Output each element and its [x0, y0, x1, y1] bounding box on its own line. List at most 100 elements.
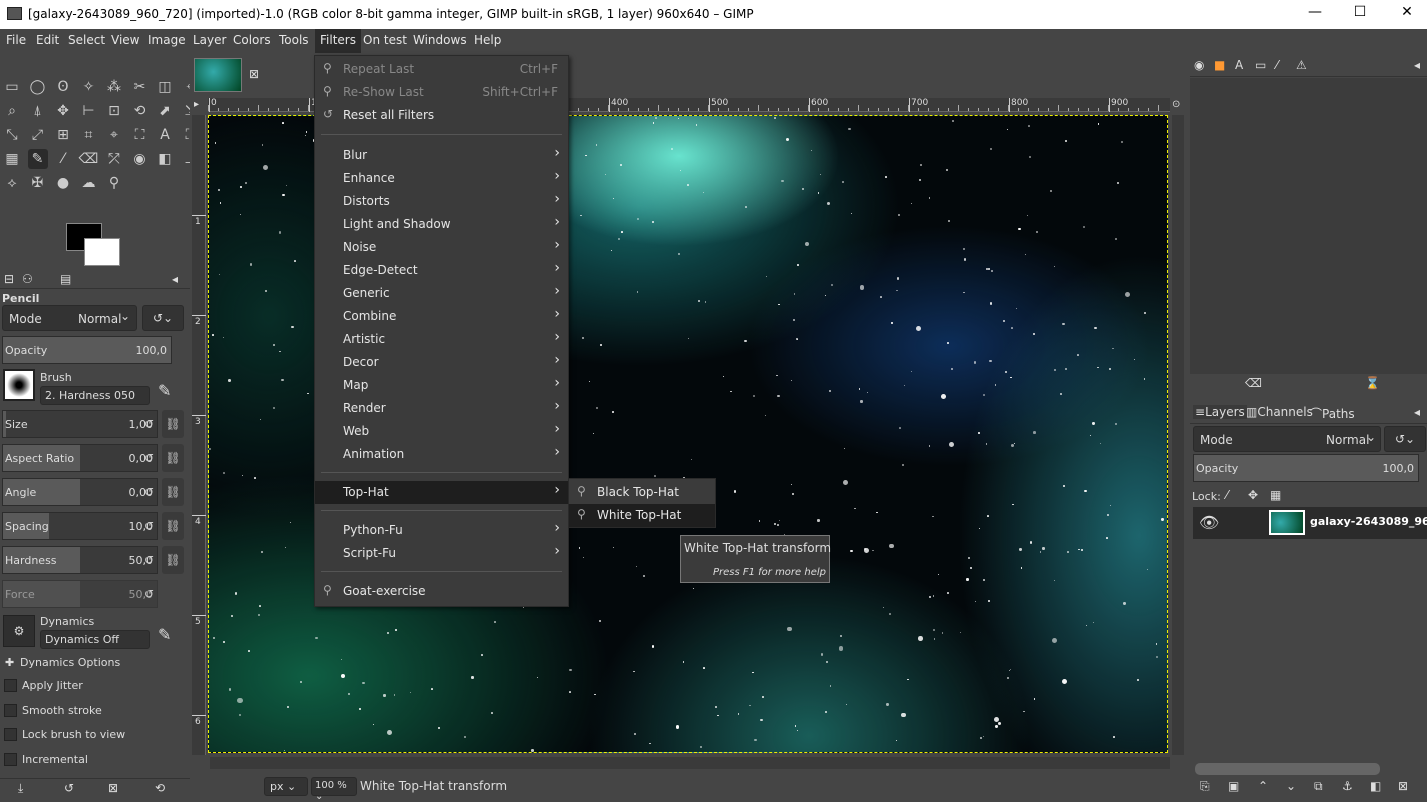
delete-layer-icon[interactable]: ⊠: [1398, 779, 1408, 793]
reset-icon[interactable]: ↺: [138, 478, 160, 506]
rect-select-tool-icon[interactable]: ▭: [2, 77, 22, 97]
lower-layer-icon[interactable]: ⌄: [1286, 779, 1296, 793]
layer-row[interactable]: 👁 galaxy-2643089_960: [1193, 507, 1427, 539]
spacing-slider[interactable]: Spacing 10,0: [2, 512, 158, 540]
checkbox-apply-jitter[interactable]: [4, 679, 17, 692]
zoom-select[interactable]: 100 % ⌄: [311, 777, 357, 802]
menu-help[interactable]: Help: [471, 33, 504, 47]
delete-options-icon[interactable]: ⊠: [108, 781, 118, 795]
brush-name-field[interactable]: 2. Hardness 050: [40, 386, 150, 405]
checkbox-lock-brush-to-view[interactable]: [4, 728, 17, 741]
gradient-tool-icon[interactable]: ▦: [2, 149, 22, 169]
edit-brush-icon[interactable]: ✎: [158, 381, 171, 400]
device-status-tab-icon[interactable]: ⚇: [22, 272, 33, 286]
menu-item-light-and-shadow[interactable]: Light and Shadow ›: [315, 213, 568, 236]
brushes-tab-icon[interactable]: ◉: [1194, 58, 1204, 72]
menu-item-generic[interactable]: Generic ›: [315, 282, 568, 305]
opacity-slider[interactable]: Opacity 100,0: [2, 336, 172, 364]
eye-icon[interactable]: 👁: [1199, 513, 1219, 532]
menu-item-decor[interactable]: Decor ›: [315, 351, 568, 374]
warning-tab-icon[interactable]: ⚠: [1296, 58, 1307, 72]
close-button[interactable]: ✕: [1392, 4, 1422, 24]
menu-image[interactable]: Image: [145, 33, 189, 47]
reset-options-icon[interactable]: ⟲: [155, 781, 165, 795]
tab-paths[interactable]: ⌒Paths: [1310, 405, 1355, 422]
menu-item-distorts[interactable]: Distorts ›: [315, 190, 568, 213]
scale-tool-icon[interactable]: ⤡: [2, 125, 22, 145]
save-options-icon[interactable]: ⤓: [18, 781, 23, 796]
mypaint-tool-icon[interactable]: ◧: [155, 149, 175, 169]
edit-dynamics-icon[interactable]: ✎: [158, 625, 171, 644]
menu-tools[interactable]: Tools: [276, 33, 312, 47]
aspect-ratio-slider[interactable]: Aspect Ratio 0,00: [2, 444, 158, 472]
menu-filters[interactable]: Filters: [315, 29, 361, 53]
text-tool-icon[interactable]: A: [155, 125, 175, 145]
dynamics-field[interactable]: Dynamics Off: [40, 630, 150, 649]
menu-item-map[interactable]: Map ›: [315, 374, 568, 397]
link-icon[interactable]: ⛓: [162, 410, 184, 438]
warp-tool-icon[interactable]: ⛶: [130, 125, 150, 145]
menu-on-test[interactable]: On test: [360, 33, 410, 47]
crop-tool-icon[interactable]: ⟲: [130, 101, 150, 121]
tab-layers[interactable]: ≡Layers: [1193, 405, 1247, 419]
image-tab-thumbnail[interactable]: [194, 58, 242, 92]
reset-layer-mode-button[interactable]: ↺⌄: [1384, 426, 1426, 452]
eraser-tool-icon[interactable]: ⌫: [79, 149, 99, 169]
delete-icon[interactable]: ⌫: [1245, 376, 1262, 390]
menu-item-blur[interactable]: Blur ›: [315, 144, 568, 167]
duplicate-layer-icon[interactable]: ⧉: [1314, 779, 1323, 794]
horizontal-scrollbar[interactable]: [210, 757, 1170, 769]
menu-item-script-fu[interactable]: Script-Fu ›: [315, 542, 568, 565]
checkbox-smooth-stroke[interactable]: [4, 703, 17, 717]
menu-item-top-hat[interactable]: Top-Hat ›: [315, 481, 568, 504]
foreground-select-tool-icon[interactable]: ◫: [155, 77, 175, 97]
menu-item-white-top-hat[interactable]: ⚲ White Top-Hat: [569, 504, 715, 527]
align-tool-icon[interactable]: ⊡: [104, 101, 124, 121]
reset-icon[interactable]: ↺: [138, 444, 160, 472]
paintbrush-tool-icon[interactable]: ⁄: [53, 149, 73, 169]
menu-layer[interactable]: Layer: [190, 33, 229, 47]
background-color[interactable]: [84, 238, 120, 266]
zoom-tool-icon[interactable]: ⍋: [28, 101, 48, 121]
menu-item-render[interactable]: Render ›: [315, 397, 568, 420]
ellipse-select-tool-icon[interactable]: ◯: [28, 77, 48, 97]
3d-transform-tool-icon[interactable]: ⌖: [104, 125, 124, 145]
menu-item-reset-all-filters[interactable]: ↺ Reset all Filters: [315, 104, 568, 127]
restore-options-icon[interactable]: ↺: [64, 781, 74, 795]
menu-item-noise[interactable]: Noise ›: [315, 236, 568, 259]
menu-item-artistic[interactable]: Artistic ›: [315, 328, 568, 351]
reset-icon[interactable]: ↺: [138, 410, 160, 438]
menu-item-python-fu[interactable]: Python-Fu ›: [315, 519, 568, 542]
size-slider[interactable]: Size 1,00: [2, 410, 158, 438]
new-layer-icon[interactable]: ⎘: [1200, 779, 1210, 794]
flip-tool-icon[interactable]: ⊞: [53, 125, 73, 145]
menu-file[interactable]: File: [3, 33, 29, 47]
dynamics-preview[interactable]: ⚙: [3, 615, 35, 647]
raise-layer-icon[interactable]: ⌃: [1258, 779, 1268, 793]
vertical-scrollbar[interactable]: [1172, 115, 1184, 755]
pencil-tool-icon[interactable]: ✎: [27, 149, 48, 169]
menu-item-repeat-last[interactable]: ⚲ Repeat Last Ctrl+F: [315, 58, 568, 81]
link-icon[interactable]: ⛓: [162, 478, 184, 506]
checkbox-incremental[interactable]: [4, 752, 17, 766]
menu-view[interactable]: View: [108, 33, 142, 47]
menu-item-re-show-last[interactable]: ⚲ Re-Show Last Shift+Ctrl+F: [315, 81, 568, 104]
hardness-slider[interactable]: Hardness 50,0: [2, 546, 158, 574]
tool-presets-tab-icon[interactable]: ▭: [1255, 58, 1266, 72]
close-image-tab-icon[interactable]: ⊠: [249, 67, 259, 81]
link-icon[interactable]: ⛓: [162, 512, 184, 540]
dynamics-options-expander[interactable]: Dynamics Options: [20, 656, 120, 669]
menu-item-enhance[interactable]: Enhance ›: [315, 167, 568, 190]
reset-icon[interactable]: ↺: [138, 512, 160, 540]
heal-tool-icon[interactable]: ⟡: [2, 173, 22, 193]
free-select-tool-icon[interactable]: ʘ: [53, 77, 73, 97]
tool-options-tab-icon[interactable]: ⊟: [4, 272, 14, 286]
menu-colors[interactable]: Colors: [230, 33, 274, 47]
layer-name[interactable]: galaxy-2643089_960: [1310, 515, 1427, 528]
lock-alpha-icon[interactable]: ▦: [1270, 488, 1281, 502]
link-icon[interactable]: ⛓: [162, 444, 184, 472]
force-slider[interactable]: Force 50,0: [2, 580, 158, 608]
paint-dynamics-tab-icon[interactable]: ⁄: [1276, 58, 1278, 72]
new-group-icon[interactable]: ▣: [1228, 779, 1239, 793]
layer-mode-select[interactable]: Mode Normal ⌄: [1193, 426, 1381, 452]
